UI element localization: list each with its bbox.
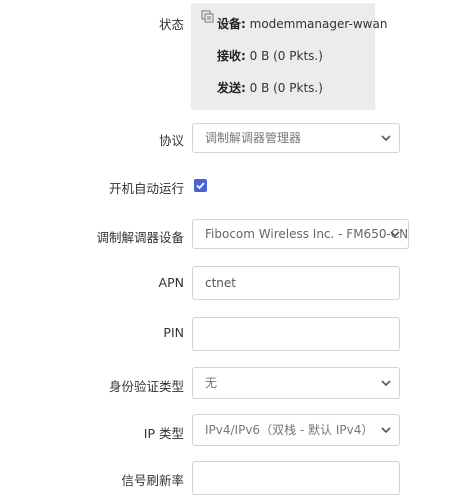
modem-device-select[interactable]: Fibocom Wireless Inc. - FM650-CN <box>192 219 409 249</box>
modem-device-label: 调制解调器设备 <box>96 230 184 245</box>
status-rx: 接收: 0 B (0 Pkts.) <box>217 47 323 64</box>
status-label: 状态 <box>158 17 184 32</box>
auth-type-label: 身份验证类型 <box>108 379 184 394</box>
status-tx: 发送: 0 B (0 Pkts.) <box>217 79 323 96</box>
check-icon <box>196 182 205 190</box>
signal-refresh-label: 信号刷新率 <box>121 473 184 488</box>
modem-device-value: Fibocom Wireless Inc. - FM650-CN <box>205 227 409 241</box>
status-panel: 设备: modemmanager-wwan 接收: 0 B (0 Pkts.) … <box>191 3 387 109</box>
tx-value: 0 B (0 Pkts.) <box>245 81 323 95</box>
autostart-checkbox[interactable] <box>194 179 207 192</box>
status-device: 设备: modemmanager-wwan <box>217 15 387 32</box>
ip-type-label: IP 类型 <box>143 426 184 441</box>
protocol-label: 协议 <box>158 133 184 148</box>
auth-type-select[interactable]: 无 <box>192 367 400 399</box>
chevron-down-icon <box>381 135 391 142</box>
apn-input[interactable]: ctnet <box>192 266 400 300</box>
ip-type-select[interactable]: IPv4/IPv6（双栈 - 默认 IPv4） <box>192 414 400 446</box>
pin-label: PIN <box>163 325 184 340</box>
tx-key: 发送: <box>217 81 246 95</box>
apn-value: ctnet <box>205 276 236 290</box>
rx-key: 接收: <box>217 49 246 63</box>
rx-value: 0 B (0 Pkts.) <box>245 49 323 63</box>
apn-label: APN <box>158 275 184 290</box>
chevron-down-icon <box>381 427 391 434</box>
chevron-down-icon <box>390 231 400 238</box>
device-key: 设备: <box>217 17 246 31</box>
network-device-icon <box>201 9 215 23</box>
ip-type-value: IPv4/IPv6（双栈 - 默认 IPv4） <box>205 423 374 437</box>
auth-type-value: 无 <box>205 376 218 390</box>
protocol-select[interactable]: 调制解调器管理器 <box>192 123 400 153</box>
chevron-down-icon <box>381 380 391 387</box>
pin-input[interactable] <box>192 317 400 351</box>
protocol-value: 调制解调器管理器 <box>205 131 302 145</box>
autostart-label: 开机自动运行 <box>108 181 184 196</box>
device-value: modemmanager-wwan <box>245 17 388 31</box>
signal-refresh-input[interactable] <box>192 461 400 495</box>
